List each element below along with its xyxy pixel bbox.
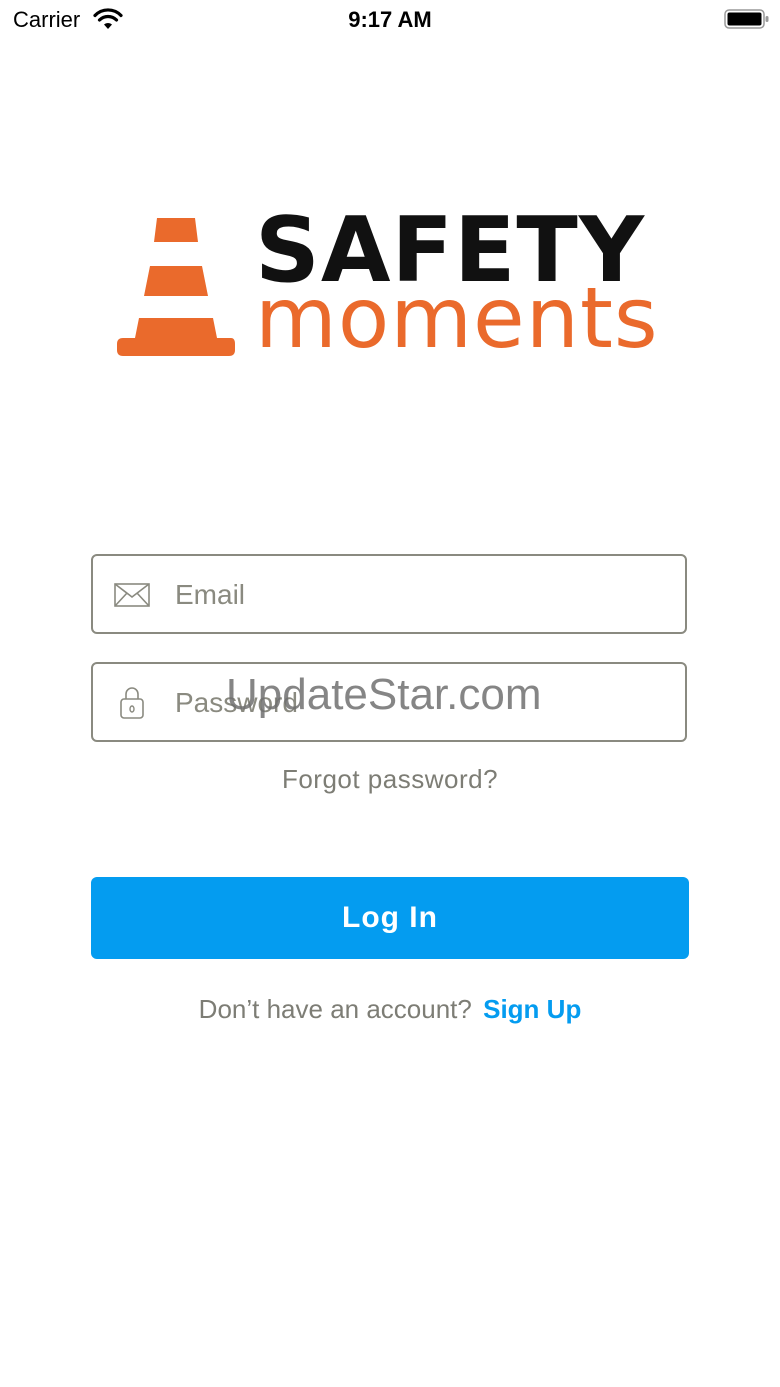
envelope-icon bbox=[114, 583, 150, 607]
battery-icon bbox=[724, 9, 769, 29]
password-field[interactable] bbox=[91, 662, 687, 742]
signup-link[interactable]: Sign Up bbox=[483, 994, 581, 1024]
safety-moments-logo: SAFETY moments bbox=[115, 206, 675, 370]
traffic-cone-icon bbox=[117, 218, 235, 356]
password-input[interactable] bbox=[175, 678, 655, 728]
status-time: 9:17 AM bbox=[348, 7, 432, 32]
email-field[interactable] bbox=[91, 554, 687, 634]
login-button[interactable]: Log In bbox=[91, 877, 689, 959]
forgot-password-link[interactable]: Forgot password? bbox=[0, 764, 780, 795]
email-input[interactable] bbox=[175, 570, 655, 620]
signup-prompt-text: Don’t have an account? bbox=[198, 994, 472, 1024]
status-bar: Carrier 9:17 AM bbox=[0, 0, 780, 40]
lock-icon bbox=[120, 687, 144, 719]
logo-word-moments: moments bbox=[255, 269, 659, 367]
signup-prompt-row: Don’t have an account? Sign Up bbox=[0, 994, 780, 1025]
